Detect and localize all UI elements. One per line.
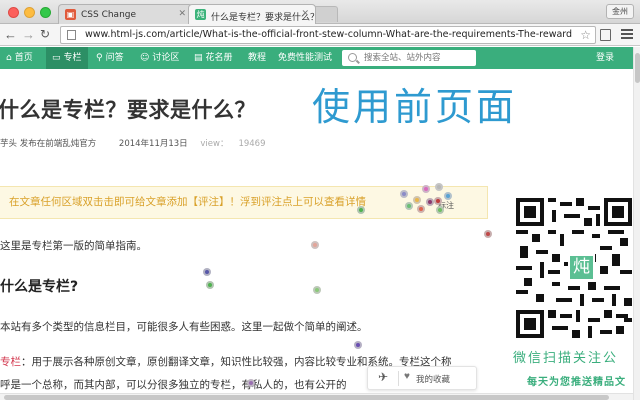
minimize-window-button[interactable]	[24, 7, 35, 18]
wechat-qr-code: 炖	[516, 198, 632, 338]
annotation-dot[interactable]	[436, 206, 444, 214]
browser-toolbar: ← → ↻ www.html-js.com/article/What-is-th…	[0, 24, 640, 46]
annotation-dot[interactable]	[417, 205, 425, 213]
bookmark-star-icon[interactable]: ☆	[580, 27, 591, 43]
qr-caption: 微信扫描关注公	[513, 351, 619, 366]
intro-paragraph: 这里是专栏第一版的简单指南。	[0, 240, 147, 252]
annotation-dot[interactable]	[484, 230, 492, 238]
annotation-dot[interactable]	[435, 183, 443, 191]
nav-item-perf-test[interactable]: 免费性能测试	[278, 47, 332, 69]
reload-icon[interactable]: ↻	[40, 26, 50, 43]
annotation-dot[interactable]	[203, 268, 211, 276]
annotation-dot[interactable]	[247, 379, 255, 387]
favorites-bar: ✈ ♥ 我的收藏	[367, 366, 477, 390]
view-count: view： 19469	[200, 139, 266, 149]
nav-item-roster[interactable]: ▤ 花名册	[194, 47, 233, 69]
tab-favicon-icon: ▣	[65, 9, 76, 20]
close-window-button[interactable]	[8, 7, 19, 18]
forward-arrow-icon[interactable]: →	[22, 26, 35, 43]
search-icon[interactable]	[348, 53, 357, 62]
tab-label: 什么是专栏？要求是什么？	[211, 13, 316, 23]
tab-label: CSS Change	[81, 10, 137, 20]
my-favorites-button[interactable]: 我的收藏	[416, 373, 450, 385]
site-search	[342, 50, 476, 66]
annotation-dot[interactable]	[444, 192, 452, 200]
heart-icon[interactable]: ♥	[404, 371, 410, 382]
browser-tab-css-change[interactable]: ▣ CSS Change ✕	[58, 4, 193, 24]
tab-favicon-icon: 炖	[195, 9, 206, 20]
annotation-dot[interactable]	[400, 190, 408, 198]
annotation-dot[interactable]	[206, 281, 214, 289]
url-text: www.html-js.com/article/What-is-the-offi…	[85, 29, 573, 40]
nav-item-tutorial[interactable]: 教程	[248, 47, 266, 69]
paragraph: 本站有多个类型的信息栏目，可能很多人有些困惑。这里一起做个简单的阐述。	[0, 321, 368, 333]
divider	[398, 371, 399, 386]
annotation-dot[interactable]	[434, 197, 442, 205]
nav-item-qa[interactable]: ⚲ 问答	[96, 47, 124, 69]
author-line[interactable]: 芋头 发布在前端乱炖官方	[0, 139, 96, 149]
vertical-scrollbar[interactable]	[633, 47, 640, 400]
zoom-window-button[interactable]	[40, 7, 51, 18]
pin-icon: ⚲	[96, 53, 103, 63]
scrollbar-thumb[interactable]	[4, 395, 609, 400]
annotation-dot[interactable]	[311, 241, 319, 249]
annotation-dot[interactable]	[354, 341, 362, 349]
close-icon[interactable]: ✕	[178, 9, 186, 19]
chat-icon: ☺	[140, 53, 150, 63]
page-icon	[67, 30, 76, 40]
page-title: 什么是专栏？要求是什么？	[0, 98, 256, 122]
browser-tab-article[interactable]: 炖 什么是专栏？要求是什么？ ✕	[188, 4, 316, 24]
back-arrow-icon[interactable]: ←	[4, 26, 17, 43]
annotation-dot[interactable]	[413, 196, 421, 204]
browser-titlebar: ▣ CSS Change ✕ 炖 什么是专栏？要求是什么？ ✕ 金州	[0, 0, 640, 24]
publish-date: 2014年11月13日	[118, 139, 188, 149]
qr-subcaption: 每天为您推送精品文	[527, 377, 626, 388]
scrollbar-thumb[interactable]	[635, 53, 640, 83]
home-icon: ⌂	[6, 53, 12, 63]
section-heading: 什么是专栏?	[0, 279, 79, 295]
profile-button[interactable]: 金州	[606, 4, 634, 19]
horizontal-scrollbar[interactable]	[0, 393, 633, 400]
annotation-dot[interactable]	[426, 198, 434, 206]
address-bar[interactable]: www.html-js.com/article/What-is-the-offi…	[60, 26, 596, 44]
book-icon: ▭	[52, 53, 61, 63]
list-icon: ▤	[194, 53, 203, 63]
annotation-dot[interactable]	[357, 206, 365, 214]
site-nav: ⌂首页 ▭专栏 ⚲问答 ☺讨论区 ▤花名册 教程 免费性能测试 登录	[0, 47, 633, 69]
nav-item-home[interactable]: ⌂ 首页	[6, 47, 33, 69]
menu-icon[interactable]	[621, 29, 633, 40]
annotation-dot[interactable]	[313, 286, 321, 294]
site-logo-icon: 炖	[568, 254, 595, 281]
article-meta: 芋头 发布在前端乱炖官方 2014年11月13日 view： 19469	[0, 137, 286, 149]
nav-item-discuss[interactable]: ☺ 讨论区	[140, 47, 179, 69]
nav-item-column[interactable]: ▭ 专栏	[46, 47, 88, 69]
airplane-icon[interactable]: ✈	[378, 370, 388, 384]
column-tag-link[interactable]: 专栏	[0, 356, 21, 368]
close-icon[interactable]: ✕	[301, 9, 309, 19]
annotation-dot[interactable]	[405, 202, 413, 210]
search-input[interactable]	[364, 50, 472, 66]
extension-icon[interactable]	[600, 29, 611, 41]
annotation-dot[interactable]	[422, 185, 430, 193]
overlay-caption: 使用前页面	[312, 85, 518, 129]
login-link[interactable]: 登录	[596, 47, 614, 69]
